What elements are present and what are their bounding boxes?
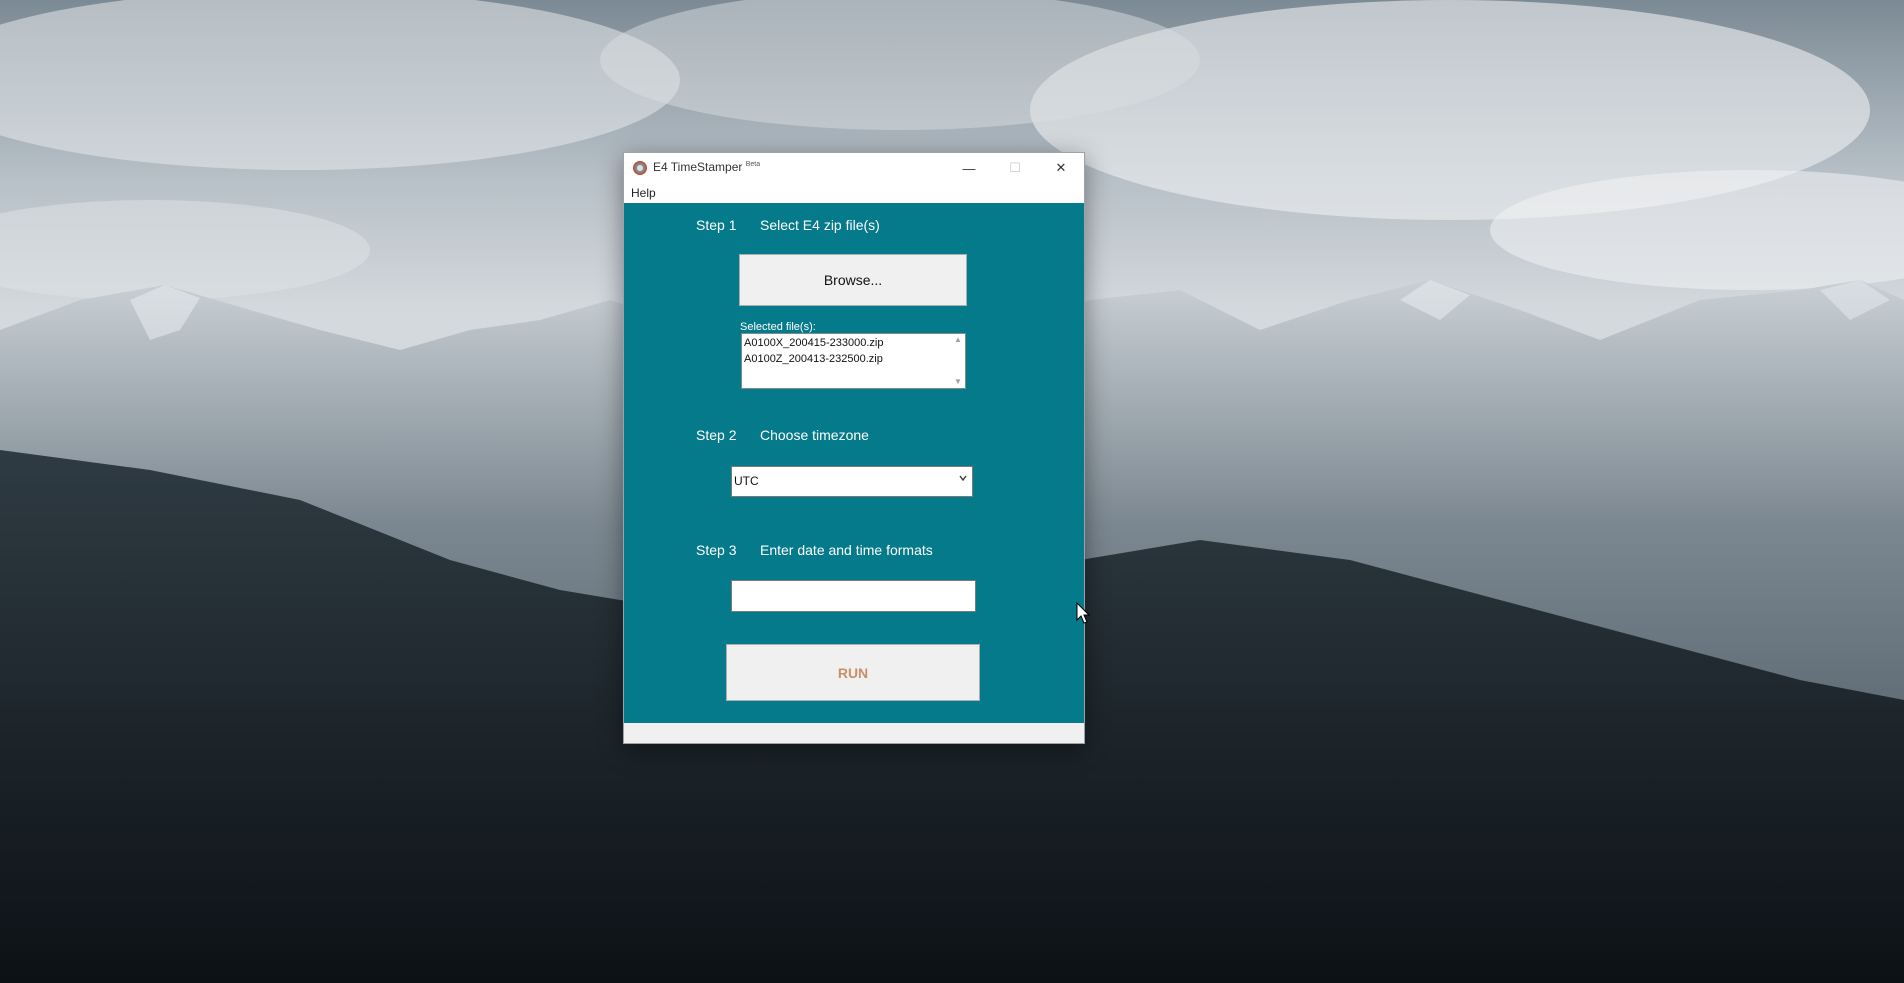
close-button[interactable]: ✕	[1038, 153, 1084, 183]
scroll-down-icon[interactable]: ▼	[951, 376, 965, 388]
step3-description: Enter date and time formats	[760, 542, 933, 558]
date-time-format-input[interactable]	[731, 580, 976, 612]
app-window: E4 TimeStamper Beta — ☐ ✕ Help Step 1 Se…	[624, 153, 1084, 743]
selected-files-label: Selected file(s):	[740, 321, 816, 333]
timezone-select[interactable]: UTC	[731, 466, 973, 497]
scroll-up-icon[interactable]: ▲	[951, 334, 965, 346]
maximize-button[interactable]: ☐	[992, 153, 1038, 183]
minimize-button[interactable]: —	[946, 153, 992, 183]
window-title-text: E4 TimeStamper	[653, 160, 743, 174]
selected-files-list[interactable]: A0100X_200415-233000.zip A0100Z_200413-2…	[741, 333, 966, 389]
title-bar[interactable]: E4 TimeStamper Beta — ☐ ✕	[624, 153, 1084, 183]
menu-help[interactable]: Help	[631, 186, 656, 200]
step1-label: Step 1	[696, 217, 737, 233]
file-list-scrollbar[interactable]: ▲ ▼	[951, 334, 965, 388]
list-item[interactable]: A0100Z_200413-232500.zip	[744, 353, 883, 365]
main-panel: Step 1 Select E4 zip file(s) Browse... S…	[624, 203, 1084, 723]
step1-description: Select E4 zip file(s)	[760, 217, 880, 233]
step2-description: Choose timezone	[760, 427, 869, 443]
step3-label: Step 3	[696, 542, 737, 558]
app-icon	[633, 161, 647, 175]
step2-label: Step 2	[696, 427, 737, 443]
menu-bar: Help	[624, 183, 1084, 203]
window-title: E4 TimeStamper Beta	[653, 160, 760, 174]
chevron-down-icon[interactable]	[958, 473, 968, 486]
list-item[interactable]: A0100X_200415-233000.zip	[744, 337, 883, 349]
timezone-value: UTC	[734, 474, 759, 488]
browse-button[interactable]: Browse...	[739, 254, 967, 306]
run-button[interactable]: RUN	[726, 644, 980, 701]
status-bar	[624, 723, 1084, 743]
beta-badge: Beta	[745, 161, 761, 168]
mouse-cursor-icon	[1076, 602, 1091, 624]
